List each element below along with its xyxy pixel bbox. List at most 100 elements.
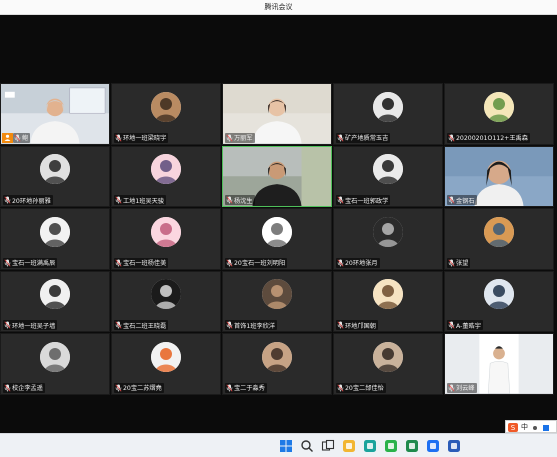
participant-name-tag: 金钢石 bbox=[447, 195, 477, 205]
participant-name-tag: 20宝二邰佳怡 bbox=[336, 382, 386, 393]
black-cat-avatar bbox=[151, 279, 181, 310]
participant-tile[interactable]: 20宝二邰佳怡 bbox=[333, 333, 443, 395]
file-explorer-icon[interactable] bbox=[341, 438, 357, 454]
participant-name-tag: 宝石一班杨佳美 bbox=[114, 257, 169, 268]
participant-tile[interactable]: 工地1班吴天骏 bbox=[111, 145, 221, 207]
mic-muted-icon bbox=[226, 259, 233, 267]
participant-tile[interactable]: 金钢石 bbox=[444, 145, 554, 207]
mic-muted-icon bbox=[14, 134, 21, 142]
mic-muted-icon bbox=[115, 134, 122, 142]
participant-tile[interactable]: 宝石二班王晓磊 bbox=[111, 270, 221, 332]
participant-name: A-董晧宇 bbox=[456, 322, 481, 330]
edge-browser-icon[interactable] bbox=[362, 438, 378, 454]
participant-tile[interactable]: 20环地孙丽雅 bbox=[0, 145, 110, 207]
dark-portrait-avatar bbox=[373, 216, 403, 247]
participant-name: 20200201O112+王禹森 bbox=[456, 135, 528, 142]
group-photo-avatar bbox=[262, 279, 292, 310]
mic-muted-icon bbox=[448, 134, 455, 142]
participant-name: 金钢石 bbox=[456, 197, 475, 205]
participant-name: 刘云峰 bbox=[456, 385, 475, 392]
mic-muted-icon bbox=[4, 196, 11, 204]
participant-name: 20环地孙丽雅 bbox=[12, 197, 51, 205]
participant-name: 万丽军 bbox=[234, 135, 253, 142]
portrait-avatar bbox=[373, 341, 403, 372]
participant-tile[interactable]: 环地邝国朝 bbox=[333, 270, 443, 332]
participant-name-tag: 刘云峰 bbox=[447, 382, 477, 393]
participant-tile[interactable]: 宝石一班满禹辰 bbox=[0, 208, 110, 270]
participant-name-tag: 工地1班吴天骏 bbox=[114, 195, 167, 205]
participant-name: 鲍 bbox=[22, 135, 29, 142]
mic-muted-icon bbox=[448, 384, 455, 392]
participant-name-tag: 张望 bbox=[447, 257, 471, 268]
mic-muted-icon bbox=[337, 259, 344, 267]
participant-name: 工地1班吴天骏 bbox=[123, 197, 165, 205]
ime-indicator[interactable]: S 中 bbox=[505, 420, 557, 433]
word-icon[interactable] bbox=[446, 438, 462, 454]
anime-boy-sketch-avatar bbox=[40, 216, 70, 247]
participant-name: 矿产地质常玉吉 bbox=[345, 135, 389, 142]
mic-muted-icon bbox=[4, 384, 11, 392]
participant-tile[interactable]: 20环地张月 bbox=[333, 208, 443, 270]
anime-dark-hair-avatar bbox=[373, 91, 403, 122]
participant-tile[interactable]: 张望 bbox=[444, 208, 554, 270]
participant-tile[interactable]: 20宝石一班刘明阳 bbox=[222, 208, 332, 270]
search-icon[interactable] bbox=[299, 438, 315, 454]
participant-tile[interactable]: 宝石一班郭政学 bbox=[333, 145, 443, 207]
participant-name: 张望 bbox=[456, 260, 469, 267]
mic-muted-icon bbox=[337, 321, 344, 329]
participant-name-tag: 20环地孙丽雅 bbox=[3, 195, 53, 205]
meeting-area: 鲍 环地一班梁晓宇 万丽军 矿产地质常玉吉 20200201O112+王禹森 2… bbox=[0, 15, 557, 433]
windows-taskbar bbox=[0, 433, 557, 457]
participant-tile[interactable]: 刘云峰 bbox=[444, 333, 554, 395]
participant-tile[interactable]: 校企李孟遥 bbox=[0, 333, 110, 395]
mic-muted-icon bbox=[337, 134, 344, 142]
participant-tile[interactable]: 环地一班吴子墙 bbox=[0, 270, 110, 332]
participant-name-tag: 杨沈生 bbox=[225, 195, 255, 205]
ime-language: 中 bbox=[521, 422, 528, 431]
mic-muted-icon bbox=[226, 321, 233, 329]
participant-tile[interactable]: 环地一班梁晓宇 bbox=[111, 83, 221, 145]
participant-tile[interactable]: A-董晧宇 bbox=[444, 270, 554, 332]
anime-boy-dark-avatar bbox=[373, 154, 403, 185]
tencent-meeting-icon[interactable] bbox=[425, 438, 441, 454]
participant-name-tag: 20200201O112+王禹森 bbox=[447, 132, 530, 143]
participant-tile[interactable]: 万丽军 bbox=[222, 83, 332, 145]
participant-name: 校企李孟遥 bbox=[12, 385, 43, 392]
participant-tile[interactable]: 杨沈生 bbox=[222, 145, 332, 207]
svg-text:S: S bbox=[511, 424, 516, 432]
anime-boy-bw-avatar bbox=[40, 279, 70, 310]
mic-muted-icon bbox=[226, 134, 233, 142]
participant-tile[interactable]: 首饰1班李欣洋 bbox=[222, 270, 332, 332]
taskbar-icons bbox=[278, 438, 462, 454]
participant-tile[interactable]: 20宝二苏熠堯 bbox=[111, 333, 221, 395]
participant-name: 宝二于淼秀 bbox=[234, 385, 265, 392]
participant-name: 20宝二邰佳怡 bbox=[345, 385, 384, 392]
mic-muted-icon bbox=[226, 196, 233, 204]
task-view-icon[interactable] bbox=[320, 438, 336, 454]
participant-tile[interactable]: 20200201O112+王禹森 bbox=[444, 83, 554, 145]
mic-muted-icon bbox=[337, 384, 344, 392]
participant-name-tag: 宝石一班郭政学 bbox=[336, 195, 391, 205]
windows-start-icon[interactable] bbox=[278, 438, 294, 454]
cute-cat-pink-avatar bbox=[151, 216, 181, 247]
window-titlebar: 腾讯会议 bbox=[0, 0, 557, 15]
participant-name: 环地一班吴子墙 bbox=[12, 322, 56, 330]
participant-tile[interactable]: 矿产地质常玉吉 bbox=[333, 83, 443, 145]
anime-boy-avatar bbox=[40, 154, 70, 185]
participant-tile[interactable]: 鲍 bbox=[0, 83, 110, 145]
participant-name: 环地邝国朝 bbox=[345, 322, 376, 330]
excel-icon[interactable] bbox=[404, 438, 420, 454]
participant-name-tag: 矿产地质常玉吉 bbox=[336, 132, 391, 143]
participant-name: 20宝二苏熠堯 bbox=[123, 385, 162, 392]
participant-name-tag: 宝二于淼秀 bbox=[225, 382, 267, 393]
cartoon-face-avatar bbox=[373, 279, 403, 310]
participant-name-tag: 校企李孟遥 bbox=[3, 382, 45, 393]
sunset-avatar bbox=[484, 216, 514, 247]
mic-muted-icon bbox=[448, 259, 455, 267]
anime-dark-avatar bbox=[484, 279, 514, 310]
participant-tile[interactable]: 宝二于淼秀 bbox=[222, 333, 332, 395]
mic-muted-icon bbox=[448, 196, 455, 204]
participant-name: 环地一班梁晓宇 bbox=[123, 135, 167, 142]
wechat-icon[interactable] bbox=[383, 438, 399, 454]
participant-tile[interactable]: 宝石一班杨佳美 bbox=[111, 208, 221, 270]
